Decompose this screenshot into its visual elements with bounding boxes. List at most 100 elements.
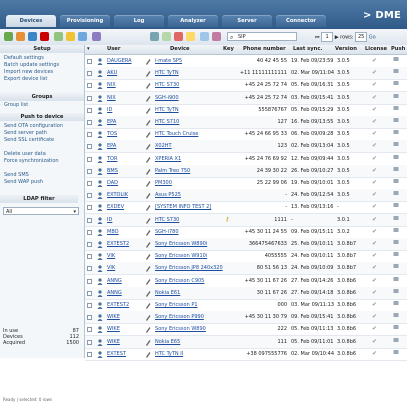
device-link[interactable]: SGH-i780 [155,226,179,238]
push-icon[interactable] [393,262,399,274]
device-link[interactable]: Asus P525 [155,189,181,201]
user-link[interactable]: TOS [107,128,117,140]
col-phone[interactable]: Phone number [243,45,286,54]
push-icon[interactable] [393,128,399,140]
device-link[interactable]: [SYSTEM INFO TEST 2] [155,201,211,213]
filter-icon[interactable] [150,32,159,41]
edit-pencil-icon[interactable] [145,265,151,273]
export-icon[interactable] [162,32,171,41]
edit-pencil-icon[interactable] [145,229,151,236]
user-link[interactable]: EPA [107,116,116,128]
push-icon[interactable] [393,238,399,250]
table-row[interactable]: EXTEST2 Sony Ericsson W890i 366475467633 25… [85,238,407,251]
row-checkbox[interactable] [87,351,92,357]
device-link[interactable]: Sony Ericsson C905 [155,275,204,287]
col-key[interactable]: Key [223,45,234,54]
table-row[interactable]: EXTEST HTC TyTN II +38 097555776 02. Mar 09… [85,348,407,361]
push-icon[interactable] [393,226,399,238]
tab-connector[interactable]: Connector [276,15,326,27]
stop-icon[interactable] [174,32,183,41]
device-link[interactable]: Nokia E61 [155,287,180,299]
table-row[interactable]: ANNG Sony Ericsson C905 +45 30 11 67 26 27.… [85,275,407,288]
push-icon[interactable] [393,189,399,201]
sidebar-link[interactable]: Batch update settings [4,62,59,68]
users-icon[interactable] [78,32,87,41]
table-row[interactable]: WIKE Sony Ericsson W890 222 05. Feb 09/11:1… [85,323,407,337]
row-checkbox[interactable] [87,327,92,333]
table-row[interactable]: EXTOLIK Asus P525 -24. Feb 09/12:54 3.0.5 ✔ [85,189,407,203]
table-row[interactable]: DAUGERA i-mate SP5 40 42 45 55 19. Feb 09/2… [85,55,407,68]
col-device[interactable]: Device [170,45,190,54]
edit-pencil-icon[interactable] [145,156,151,163]
tab-log[interactable]: Log [114,15,164,27]
push-icon[interactable] [393,275,399,287]
row-checkbox[interactable] [87,254,92,260]
push-icon[interactable] [393,140,399,152]
sidebar-link[interactable]: Force synchronization [4,158,59,164]
user-link[interactable]: AKU [107,67,117,79]
user-link[interactable]: WIKE [107,336,120,348]
user-link[interactable]: ANNG [107,275,122,287]
row-checkbox[interactable] [87,59,92,64]
row-checkbox[interactable] [87,120,92,125]
push-icon[interactable] [393,177,399,189]
push-icon[interactable] [393,79,399,91]
device-link[interactable]: PM300 [155,177,172,189]
col-user[interactable]: User [107,45,120,54]
key-icon[interactable] [66,32,75,41]
col-push[interactable]: Push [391,45,405,54]
col-last-sync[interactable]: Last sync. [293,45,322,54]
delete-icon[interactable] [40,32,49,41]
sidebar-link[interactable]: Send WAP push [4,179,43,185]
table-row[interactable]: TOR XPERIA X1 +45 24 76 69 92 12. Feb 09/09… [85,153,407,166]
table-row[interactable]: ID HTC S730 ⚷ 1111- 3.0.1 ✔ [85,213,407,227]
row-checkbox[interactable] [87,290,92,296]
col-version[interactable]: Version [335,45,357,54]
help-icon[interactable] [212,32,221,41]
device-link[interactable]: HTC TyTN [155,67,179,79]
device-link[interactable]: Sony Ericsson W890i [155,238,207,250]
edit-pencil-icon[interactable] [145,143,151,151]
table-row[interactable]: NIX SGH-i900 +45 24 25 72 74 03. Feb 09/15:… [85,91,407,105]
row-checkbox[interactable] [87,95,92,101]
push-icon[interactable] [393,165,399,177]
table-row[interactable]: MBO SGH-i780 +45 30 11 24 55 09. Feb 09/15:… [85,226,407,239]
tab-analyzer[interactable]: Analyzer [168,15,218,27]
table-row[interactable]: VIK Sony Ericsson JP8 240x320 80 51 56 13 2… [85,262,407,276]
device-link[interactable]: Palm Treo 750 [155,165,190,177]
push-icon[interactable] [393,299,399,311]
push-icon[interactable] [393,104,399,116]
push-icon[interactable] [393,250,399,262]
sidebar-link[interactable]: Delete user data [4,151,46,157]
push-icon[interactable] [393,67,399,79]
ldap-filter-select[interactable]: All ▾ [3,207,79,215]
row-checkbox[interactable] [87,144,92,150]
row-checkbox[interactable] [87,132,92,138]
user-link[interactable]: VIK [107,250,115,262]
row-checkbox[interactable] [87,156,92,162]
push-icon[interactable] [393,116,399,128]
header-sort-icon[interactable]: ▾ [87,45,90,54]
table-row[interactable]: ANNG Nokia E61 30 11 67 26 27. Feb 09/14:18… [85,286,407,300]
edit-pencil-icon[interactable] [145,131,151,139]
table-row[interactable]: BMS Palm Treo 750 24 39 30 22 26. Feb 09/10… [85,164,407,178]
search-input[interactable]: ⌕ SIP [227,32,297,41]
edit-pencil-icon[interactable] [145,58,151,65]
info-icon[interactable] [200,32,209,41]
push-icon[interactable] [393,311,399,323]
user-link[interactable]: EPA [107,140,116,152]
user-link[interactable]: DAUGERA [107,55,132,67]
edit-pencil-icon[interactable] [145,70,151,78]
sidebar-link[interactable]: Send server path [4,130,47,136]
edit-pencil-icon[interactable] [145,351,151,358]
add-device-icon[interactable] [4,32,13,41]
row-checkbox[interactable] [87,107,92,113]
device-link[interactable]: XPERIA X1 [155,153,181,165]
user-link[interactable]: WIKE [107,311,120,323]
row-checkbox[interactable] [87,168,92,174]
row-checkbox[interactable] [87,278,92,284]
user-link[interactable]: ANNG [107,287,122,299]
refresh-icon[interactable] [54,32,63,41]
go-button[interactable]: Go [369,35,376,41]
edit-pencil-icon[interactable] [145,302,151,309]
